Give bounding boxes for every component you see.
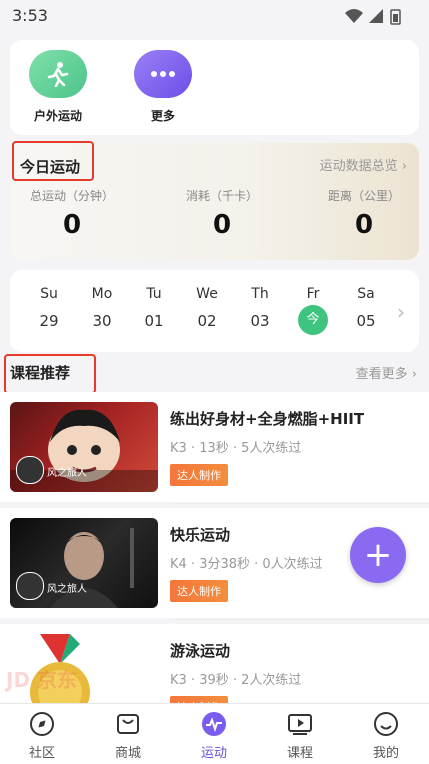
- tab-exercise[interactable]: 运动: [184, 710, 244, 761]
- section-title: 课程推荐: [10, 364, 71, 382]
- course-name: 快乐运动: [170, 526, 231, 544]
- day-number: 03: [250, 312, 270, 330]
- see-more-link[interactable]: 查看更多 ›: [356, 363, 417, 382]
- today-title: 今日运动: [20, 158, 81, 176]
- quick-actions-card: 户外运动 更多: [10, 40, 419, 135]
- outdoor-sport-label: 户外运动: [33, 109, 82, 123]
- divider: [170, 619, 429, 620]
- day-name: Th: [251, 286, 269, 302]
- day-name: We: [196, 286, 218, 302]
- day-number: 29: [39, 312, 59, 330]
- tab-label: 我的: [372, 746, 399, 761]
- shopping-bag-icon: [98, 710, 158, 738]
- more-button[interactable]: 更多: [128, 50, 198, 124]
- day-number: 05: [356, 312, 376, 330]
- day-name: Mo: [91, 286, 113, 302]
- course-meta: K3 · 13秒 · 5人次练过: [170, 441, 302, 456]
- uploader-name: 风之旅人: [47, 468, 87, 479]
- day-th[interactable]: Th 03: [240, 286, 280, 334]
- course-thumbnail: 风之旅人: [10, 518, 158, 608]
- uploader-avatar: [16, 456, 44, 484]
- running-person-icon: [29, 50, 87, 98]
- week-calendar: Su 29 Mo 30 Tu 01 We 02 Th 03 Fr 今 Sa 05 ›: [10, 270, 419, 352]
- bottom-tab-bar: 社区 商城 运动 课程 我的: [0, 703, 429, 764]
- course-name: 游泳运动: [170, 642, 231, 660]
- day-name: Fr: [306, 286, 320, 302]
- more-label: 更多: [150, 109, 175, 123]
- jd-watermark: JD 京东: [6, 668, 78, 692]
- tab-label: 课程: [286, 746, 313, 761]
- creator-tag: 达人制作: [170, 464, 228, 486]
- tab-label: 商城: [114, 746, 141, 761]
- tab-label: 社区: [28, 746, 55, 761]
- day-fr-today[interactable]: Fr 今: [293, 286, 333, 335]
- add-fab-button[interactable]: +: [350, 527, 406, 583]
- course-meta: K4 · 3分38秒 · 0人次练过: [170, 557, 323, 572]
- status-icons: [345, 9, 401, 25]
- tab-courses[interactable]: 课程: [270, 710, 330, 761]
- course-name: 练出好身材+全身燃脂+HIIT: [170, 410, 365, 428]
- exercise-overview-link[interactable]: 运动数据总览 ›: [320, 155, 407, 174]
- stat-total-minutes: 总运动（分钟） 0: [12, 187, 132, 240]
- signal-icon: [369, 9, 383, 23]
- stat-value: 0: [212, 210, 232, 240]
- today-exercise-card[interactable]: 今日运动 运动数据总览 › 总运动（分钟） 0 消耗（千卡） 0 距离（公里） …: [10, 141, 419, 260]
- today-marker: 今: [298, 305, 328, 335]
- tab-label: 运动: [200, 746, 227, 761]
- stat-distance: 距离（公里） 0: [304, 187, 424, 240]
- creator-tag: 达人制作: [170, 580, 228, 602]
- status-time: 3:53: [12, 6, 48, 25]
- course-item[interactable]: 风之旅人 练出好身材+全身燃脂+HIIT K3 · 13秒 · 5人次练过 达人…: [0, 392, 429, 502]
- tab-mall[interactable]: 商城: [98, 710, 158, 761]
- day-number: 01: [144, 312, 164, 330]
- uploader-avatar: [16, 572, 44, 600]
- stat-label: 距离（公里）: [327, 189, 400, 203]
- divider: [170, 503, 429, 504]
- day-number: 02: [197, 312, 217, 330]
- wifi-icon: [345, 9, 363, 23]
- outdoor-sport-button[interactable]: 户外运动: [23, 50, 93, 124]
- day-name: Su: [40, 286, 58, 302]
- stat-value: 0: [354, 210, 374, 240]
- day-mo[interactable]: Mo 30: [82, 286, 122, 334]
- day-name: Tu: [146, 286, 162, 302]
- chevron-right-icon[interactable]: ›: [397, 300, 405, 324]
- stat-label: 消耗（千卡）: [185, 189, 258, 203]
- day-we[interactable]: We 02: [187, 286, 227, 334]
- stat-value: 0: [62, 210, 82, 240]
- day-sa[interactable]: Sa 05: [346, 286, 386, 334]
- compass-icon: [12, 710, 72, 738]
- tab-me[interactable]: 我的: [356, 710, 416, 761]
- video-play-icon: [270, 710, 330, 738]
- course-meta: K3 · 39秒 · 2人次练过: [170, 673, 302, 688]
- tab-community[interactable]: 社区: [12, 710, 72, 761]
- course-thumbnail: 风之旅人: [10, 402, 158, 492]
- stat-label: 总运动（分钟）: [29, 189, 114, 203]
- stat-calories: 消耗（千卡） 0: [162, 187, 282, 240]
- more-dots-icon: [134, 50, 192, 98]
- day-tu[interactable]: Tu 01: [134, 286, 174, 334]
- pulse-icon: [184, 710, 244, 738]
- uploader-name: 风之旅人: [47, 584, 87, 595]
- status-bar: 3:53: [0, 0, 429, 32]
- day-number: 30: [92, 312, 112, 330]
- day-name: Sa: [357, 286, 375, 302]
- day-su[interactable]: Su 29: [29, 286, 69, 334]
- smiley-icon: [356, 710, 416, 738]
